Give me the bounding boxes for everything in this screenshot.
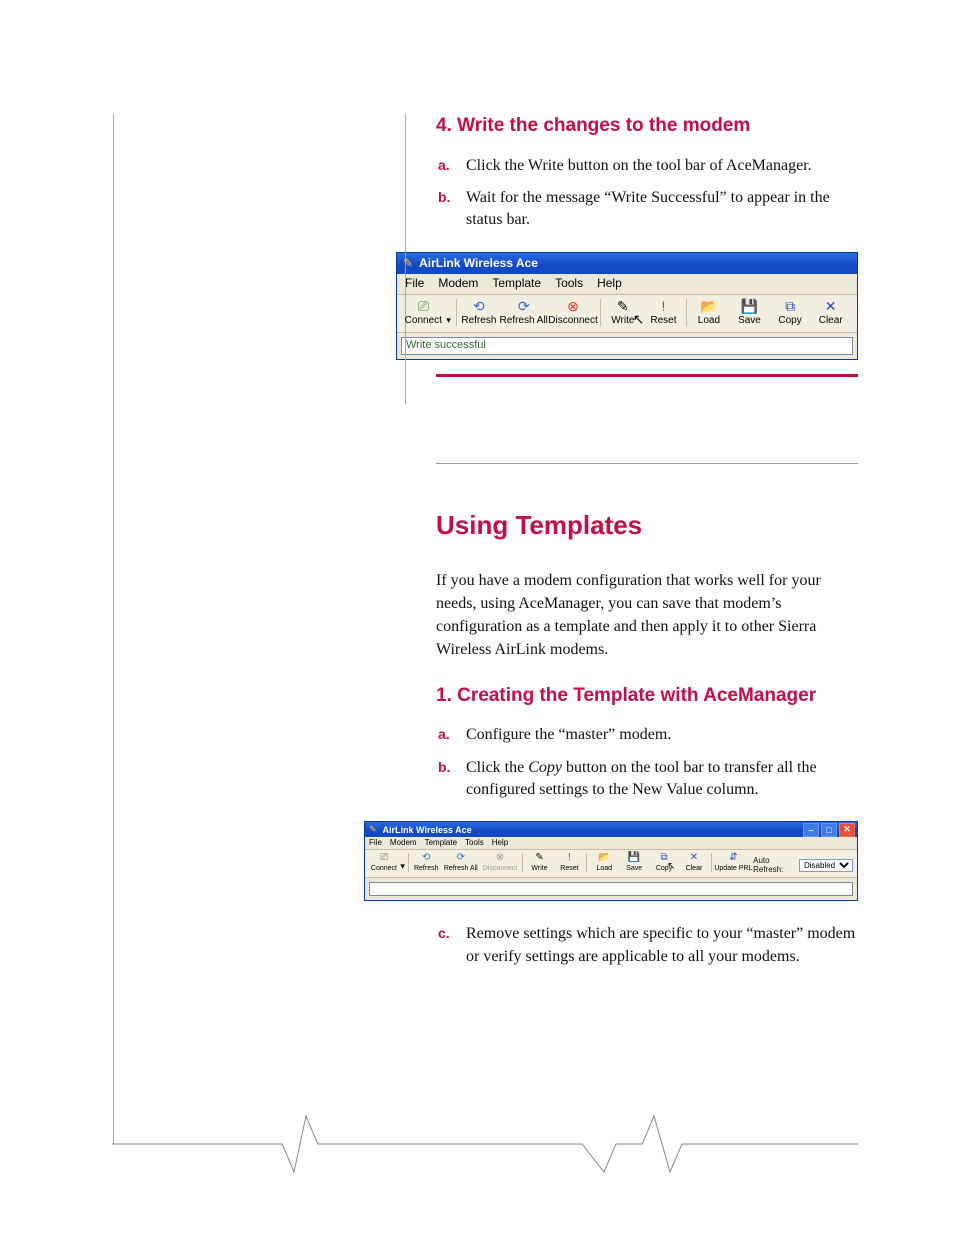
step-1a-text: Configure the “master” modem. [466,726,671,743]
save-button[interactable]: 💾Save [619,851,649,874]
menu-template[interactable]: Template [425,838,457,847]
disconnect-button: ⊗Disconnect [480,851,519,874]
menu-tools[interactable]: Tools [465,838,484,847]
status-bar [369,882,853,896]
heading-using-templates: Using Templates [436,510,858,541]
menu-modem[interactable]: Modem [438,276,478,290]
connect-button[interactable]: ⎚Connect [403,297,444,328]
step-4a: a.Click the Write button on the tool bar… [466,155,858,177]
cursor-icon: ↖ [667,861,675,872]
clear-button[interactable]: ✕Clear [679,851,709,874]
reset-icon: ! [554,853,584,863]
separator [408,853,409,872]
load-button[interactable]: 📂Load [589,851,619,874]
menu-file[interactable]: File [369,838,382,847]
separator [686,299,687,326]
red-rule [436,374,858,377]
write-button[interactable]: ✎Write↖ [603,297,644,328]
load-button[interactable]: 📂Load [689,297,730,328]
disconnect-icon: ⊗ [480,853,519,863]
load-icon: 📂 [589,853,619,863]
step-4a-text: Click the Write button on the tool bar o… [466,157,812,174]
separator [586,853,587,872]
close-button[interactable]: ✕ [839,823,855,837]
screenshot-copy-toolbar: ✎ AirLink Wireless Ace – □ ✕ File Modem … [364,821,858,901]
connect-dropdown[interactable]: ▾ [399,859,406,874]
step-1c: c.Remove settings which are specific to … [466,923,858,968]
menubar: File Modem Template Tools Help [397,274,857,295]
refresh-icon: ⟲ [411,853,441,863]
chevron-down-icon: ▾ [446,315,451,325]
refresh-all-button[interactable]: ⟳Refresh All [499,297,548,328]
step-4b: b.Wait for the message “Write Successful… [466,187,858,232]
menu-file[interactable]: File [405,276,424,290]
chevron-down-icon: ▾ [400,861,405,871]
separator [600,299,601,326]
copy-button[interactable]: ⧉Copy [770,297,811,328]
connect-icon: ⎚ [403,299,444,313]
write-button[interactable]: ✎Write [525,851,555,874]
save-icon: 💾 [619,853,649,863]
refresh-icon: ⟲ [459,299,500,313]
refresh-button[interactable]: ⟲Refresh [459,297,500,328]
menu-help[interactable]: Help [597,276,622,290]
separator [456,299,457,326]
connect-icon: ⎚ [369,853,399,863]
toolbar: ⎚Connect ▾ ⟲Refresh ⟳Refresh All ⊗Discon… [365,850,857,878]
gray-rule [436,463,858,464]
minimize-button[interactable]: – [803,823,819,837]
refresh-button[interactable]: ⟲Refresh [411,851,441,874]
update-prl-button[interactable]: ⇵Update PRL [714,851,753,874]
clear-icon: ✕ [810,299,851,313]
auto-refresh-select[interactable]: Disabled [799,859,853,872]
window-title: AirLink Wireless Ace [383,825,472,835]
refresh-all-icon: ⟳ [499,299,548,313]
menu-tools[interactable]: Tools [555,276,583,290]
separator [711,853,712,872]
copy-icon: ⧉ [770,299,811,313]
maximize-button[interactable]: □ [821,823,837,837]
intro-paragraph: If you have a modem configuration that w… [436,569,858,662]
connect-dropdown[interactable]: ▾ [444,313,454,328]
refresh-all-icon: ⟳ [441,853,480,863]
step-4b-text: Wait for the message “Write Successful” … [466,189,830,228]
titlebar: ✎ AirLink Wireless Ace – □ ✕ [365,822,857,837]
menu-help[interactable]: Help [492,838,508,847]
clear-icon: ✕ [679,853,709,863]
pen-icon: ✎ [369,824,377,835]
update-prl-icon: ⇵ [714,853,753,863]
reset-icon: ! [643,299,684,313]
disconnect-button[interactable]: ⊗Disconnect [548,297,597,328]
status-bar: Write successful [401,337,853,355]
inner-rule [405,114,406,404]
write-icon: ✎ [525,853,555,863]
step-1b: b.Click the Copy button on the tool bar … [466,757,858,802]
menubar: File Modem Template Tools Help [365,837,857,850]
clear-button[interactable]: ✕Clear [810,297,851,328]
disconnect-icon: ⊗ [548,299,597,313]
menu-template[interactable]: Template [492,276,541,290]
auto-refresh-label: Auto Refresh: [753,856,795,874]
save-icon: 💾 [729,299,770,313]
reset-button[interactable]: !Reset [643,297,684,328]
step-1c-text: Remove settings which are specific to yo… [466,925,855,964]
connect-button[interactable]: ⎚Connect [369,851,399,874]
reset-button[interactable]: !Reset [554,851,584,874]
window-title: AirLink Wireless Ace [419,256,538,270]
left-rule [113,114,114,1144]
separator [522,853,523,872]
step-1a: a.Configure the “master” modem. [466,724,858,746]
refresh-all-button[interactable]: ⟳Refresh All [441,851,480,874]
heading-section1: 1. Creating the Template with AceManager [436,684,858,709]
toolbar: ⎚Connect ▾ ⟲Refresh ⟳Refresh All ⊗Discon… [397,295,857,333]
save-button[interactable]: 💾Save [729,297,770,328]
heading-section4: 4. Write the changes to the modem [436,114,858,139]
footer-wave [112,1114,858,1174]
titlebar: ✎ AirLink Wireless Ace [397,253,857,274]
screenshot-write-successful: ✎ AirLink Wireless Ace File Modem Templa… [396,252,858,360]
menu-modem[interactable]: Modem [390,838,417,847]
copy-button[interactable]: ⧉Copy↖ [649,851,679,874]
load-icon: 📂 [689,299,730,313]
